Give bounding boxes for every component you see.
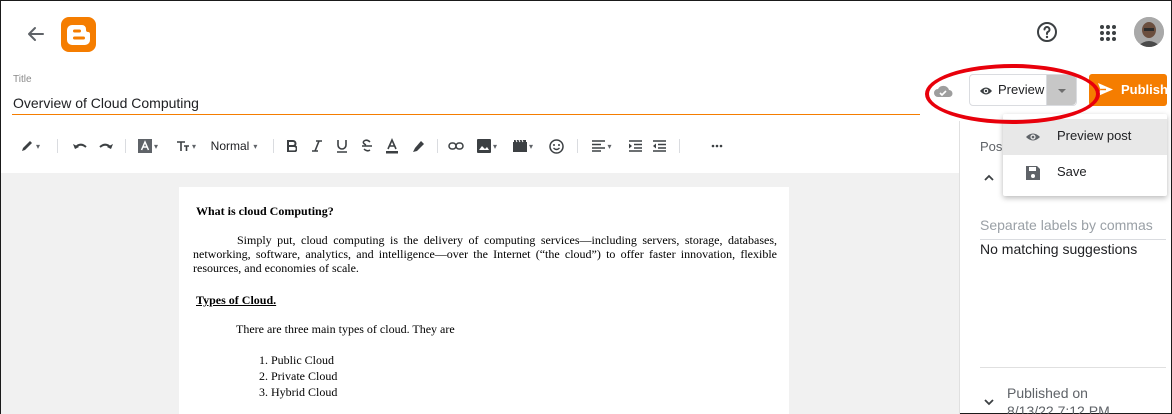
bold-icon [287,140,297,152]
menu-item-label: Preview post [1057,128,1132,143]
undo-icon [73,143,87,149]
toolbar-divider [679,139,680,153]
strikethrough-icon [362,139,372,152]
text-color-icon [386,138,398,154]
redo-button[interactable] [97,137,115,155]
title-label: Title [13,74,32,85]
font-button[interactable]: ▾ [135,137,161,155]
indent-icon [628,140,642,152]
redo-icon [99,143,113,149]
chevron-down-icon[interactable] [982,395,996,409]
font-size-button[interactable]: ▾ [173,137,199,155]
font-icon [137,139,152,153]
floppy-disk-icon [1026,166,1040,180]
eye-icon [1026,133,1040,141]
emoji-icon [548,138,564,154]
underline-icon [337,140,347,153]
insert-video-button[interactable]: ▾ [509,137,537,155]
emoji-button[interactable] [547,137,565,155]
link-button[interactable] [447,137,465,155]
toolbar-divider [437,139,438,153]
video-icon [512,139,527,152]
preview-button[interactable]: Preview [969,74,1077,106]
doc-paragraph: There are three main types of cloud. The… [236,322,455,336]
doc-paragraph: Simply put, cloud computing is the deliv… [193,233,777,275]
pencil-icon [21,141,32,151]
more-options-button[interactable] [709,137,725,155]
highlight-icon [413,141,424,152]
text-color-button[interactable] [384,137,400,155]
outdent-button[interactable] [651,137,667,155]
eye-icon [980,87,992,95]
align-button[interactable]: ▾ [589,137,615,155]
list-item: 3. Hybrid Cloud [259,385,338,399]
bold-button[interactable] [285,137,299,155]
menu-item-save[interactable]: Save [1003,155,1167,191]
outdent-icon [652,140,666,152]
undo-button[interactable] [71,137,89,155]
italic-icon [312,140,322,152]
publish-button[interactable]: Publish [1089,74,1168,106]
toolbar-divider [125,139,126,153]
menu-item-label: Save [1057,164,1087,179]
toolbar-divider [273,139,274,153]
menu-item-preview-post[interactable]: Preview post [1003,119,1167,155]
published-label: Published on [1007,385,1088,401]
chevron-up-icon[interactable] [982,171,996,185]
preview-dropdown-toggle[interactable] [1046,75,1076,105]
published-date: 8/13/22 7:12 PM [1007,403,1110,414]
blogger-logo[interactable] [61,17,96,52]
more-icon [711,144,723,148]
cloud-saved-icon [934,85,953,97]
document-page[interactable]: What is cloud Computing? Simply put, clo… [179,187,789,414]
user-avatar[interactable] [1134,17,1164,47]
help-circle-icon [1037,22,1057,42]
list-item: 1. Public Cloud [259,353,335,367]
list-item: 2. Private Cloud [259,369,338,383]
italic-button[interactable] [310,137,324,155]
doc-heading: What is cloud Computing? [196,204,334,218]
sidebar-divider [980,367,1166,368]
doc-subheading: Types of Cloud. [196,293,277,307]
labels-input[interactable]: Separate labels by commas [980,217,1166,240]
title-input[interactable] [12,91,920,115]
link-icon [448,142,464,150]
indent-button[interactable] [627,137,643,155]
align-icon [592,140,606,152]
apps-button[interactable] [1097,22,1119,44]
app-header [1,1,1171,67]
insert-image-button[interactable]: ▾ [473,137,501,155]
blogger-b-icon [67,25,90,45]
back-button[interactable] [23,21,49,47]
strikethrough-button[interactable] [360,137,374,155]
sidebar-heading: Pos [980,139,1003,154]
font-size-icon [176,141,189,151]
pencil-mode-button[interactable]: ▾ [17,137,43,155]
no-suggestions-text: No matching suggestions [980,241,1138,257]
paragraph-style-select[interactable]: Normal ▾ [208,137,260,155]
send-icon [1098,83,1113,96]
apps-grid-icon [1100,25,1116,41]
doc-paragraph-text: Simply put, cloud computing is the deliv… [193,233,777,275]
help-button[interactable] [1035,20,1059,44]
avatar-image [1134,17,1164,47]
preview-menu: Preview post Save [1003,114,1167,196]
underline-button[interactable] [335,137,349,155]
image-icon [476,139,491,153]
highlight-button[interactable] [410,137,426,155]
formatting-toolbar: ▾ ▾ ▾ Normal ▾ ▾ ▾ ▾ [1,129,959,163]
toolbar-divider [57,139,58,153]
arrow-back-icon [28,27,44,41]
preview-label: Preview [998,82,1045,97]
paragraph-style-value: Normal [210,139,250,153]
toolbar-divider [577,139,578,153]
publish-label: Publish [1121,82,1168,97]
